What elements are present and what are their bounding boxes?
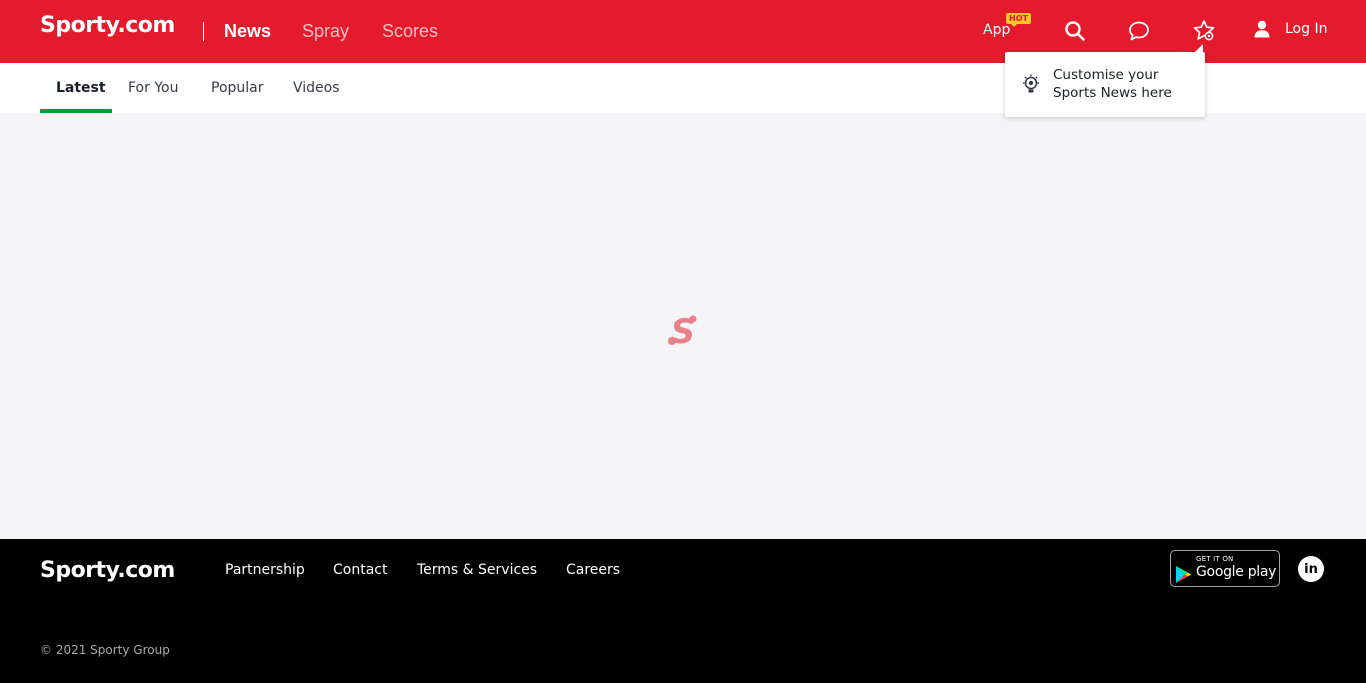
nav-news[interactable]: News — [224, 21, 271, 42]
nav-scores[interactable]: Scores — [382, 21, 438, 42]
lightbulb-icon — [1021, 74, 1041, 96]
tab-latest[interactable]: Latest — [56, 80, 106, 96]
footer-link-contact[interactable]: Contact — [333, 562, 387, 578]
hot-badge: HOT — [1006, 13, 1031, 27]
sporty-loader-icon: S — [658, 305, 708, 355]
active-tab-indicator — [40, 109, 112, 113]
tab-videos[interactable]: Videos — [293, 80, 340, 96]
sporty-logo[interactable]: Sporty.com — [40, 13, 175, 38]
star-settings-icon[interactable] — [1192, 19, 1215, 41]
tooltip-text: Customise your Sports News here — [1053, 67, 1172, 101]
search-icon[interactable] — [1064, 20, 1086, 42]
logo-divider — [203, 22, 204, 41]
google-play-big-text: Google play — [1196, 564, 1277, 580]
footer-link-careers[interactable]: Careers — [566, 562, 620, 578]
footer-link-terms[interactable]: Terms & Services — [417, 562, 537, 578]
user-icon — [1254, 20, 1270, 38]
site-footer: Sporty.com Partnership Contact Terms & S… — [0, 539, 1366, 683]
login-button[interactable]: Log In — [1254, 20, 1327, 38]
tab-for-you[interactable]: For You — [128, 80, 178, 96]
google-play-icon — [1176, 566, 1192, 583]
login-label: Log In — [1285, 21, 1328, 37]
copyright-text: © 2021 Sporty Group — [40, 643, 170, 657]
linkedin-icon[interactable]: in — [1298, 556, 1324, 582]
chat-icon[interactable] — [1128, 20, 1150, 42]
footer-logo[interactable]: Sporty.com — [40, 558, 175, 583]
app-link[interactable]: App — [983, 22, 1010, 38]
footer-link-partnership[interactable]: Partnership — [225, 562, 305, 578]
tab-popular[interactable]: Popular — [211, 80, 264, 96]
customise-tooltip[interactable]: Customise your Sports News here — [1005, 44, 1205, 117]
nav-spray[interactable]: Spray — [302, 21, 349, 42]
google-play-badge[interactable]: GET IT ON Google play — [1170, 550, 1280, 587]
google-play-small-text: GET IT ON — [1196, 555, 1234, 563]
